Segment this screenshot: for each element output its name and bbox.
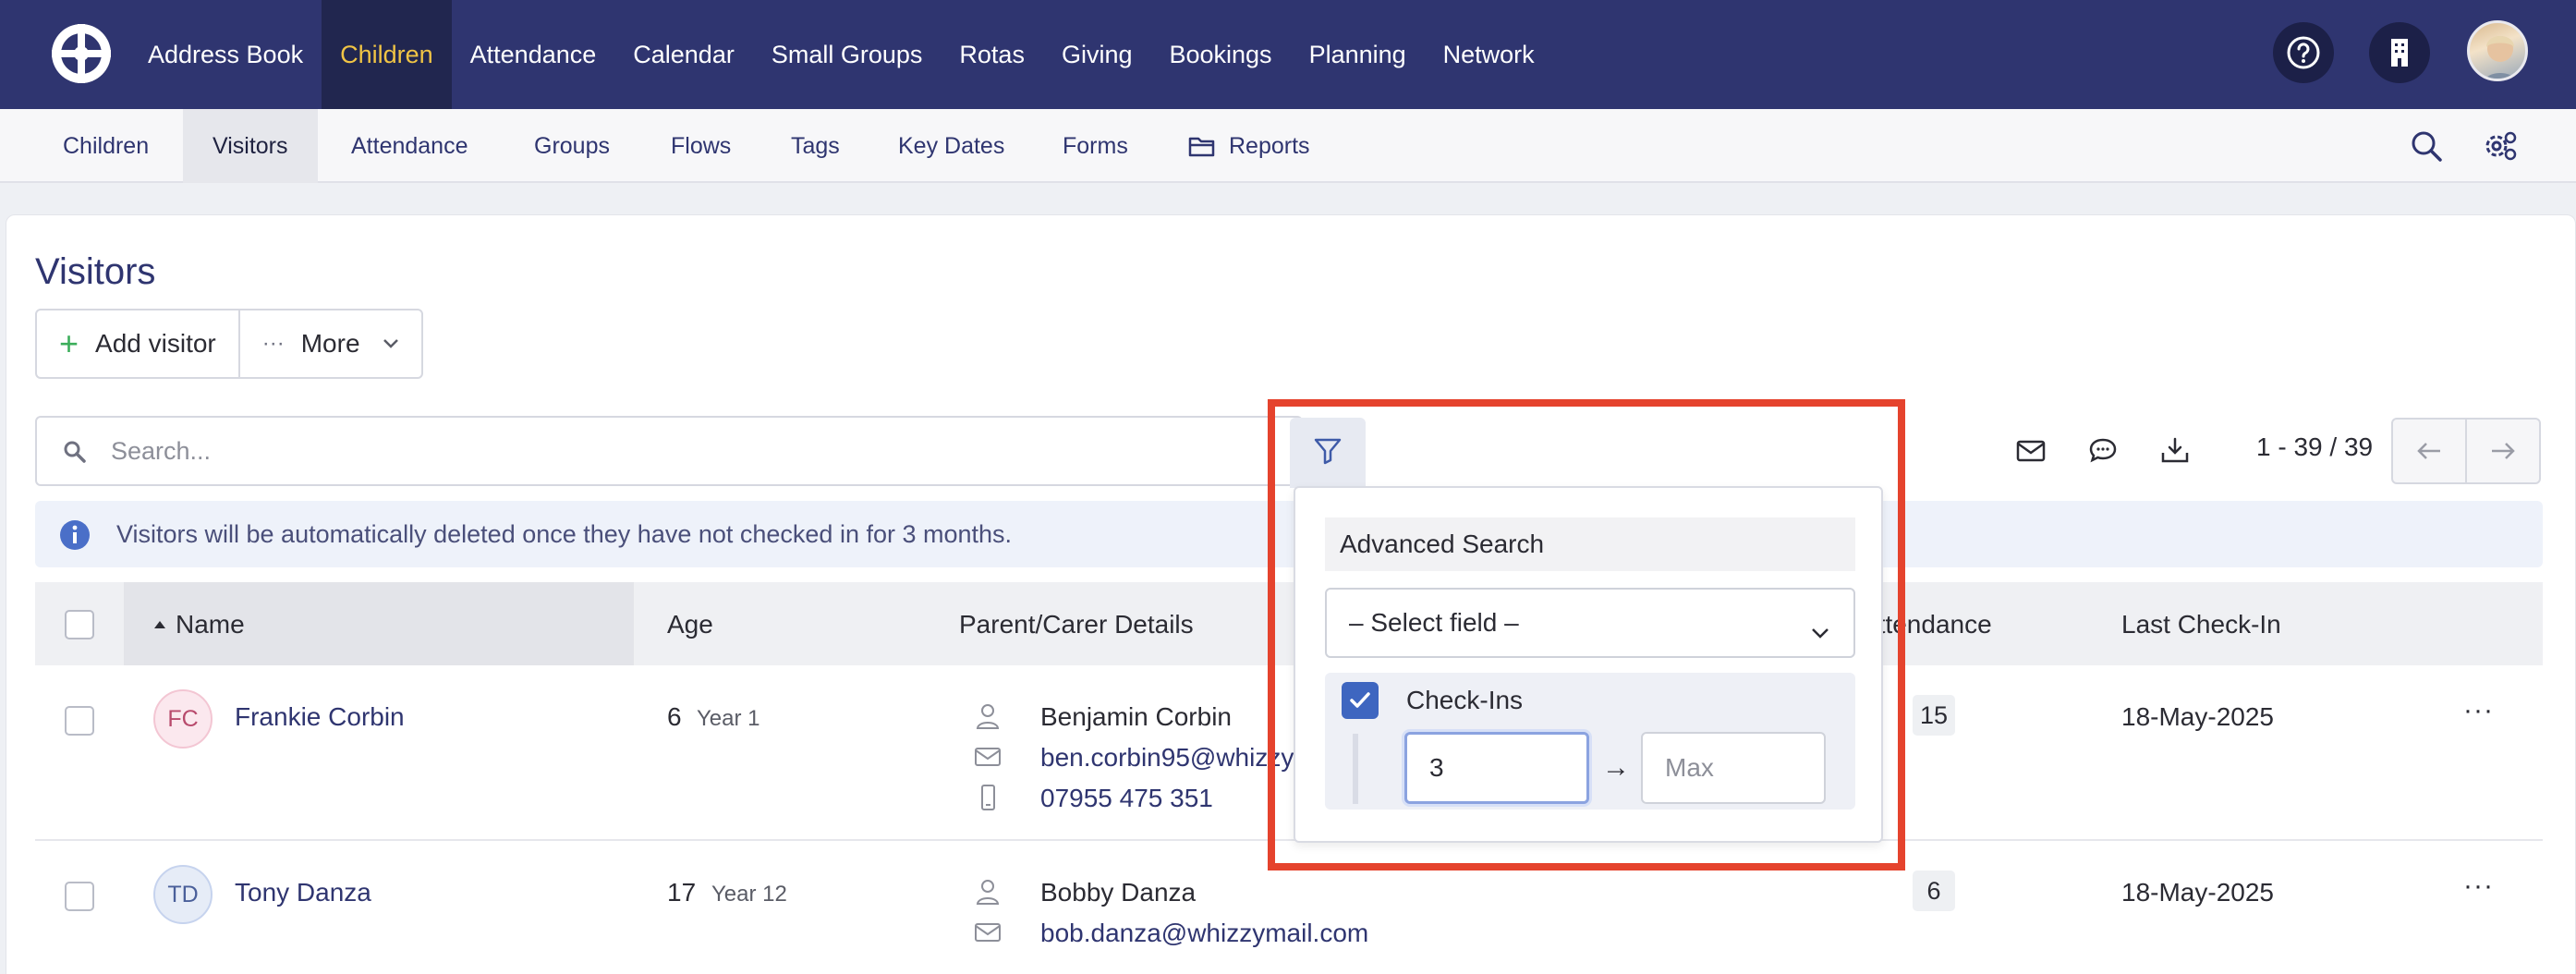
download-icon[interactable] — [2155, 432, 2195, 469]
avatar: FC — [153, 689, 213, 749]
tab-reports[interactable]: Reports — [1159, 109, 1340, 183]
plus-icon: + — [59, 324, 79, 362]
user-avatar[interactable] — [2467, 20, 2528, 81]
last-checkin-date: 18-May-2025 — [2121, 878, 2274, 907]
nav-giving[interactable]: Giving — [1043, 0, 1151, 109]
name-header-label: Name — [176, 610, 245, 639]
nav-network[interactable]: Network — [1425, 0, 1553, 109]
info-text: Visitors will be automatically deleted o… — [116, 519, 1013, 548]
nav-calendar[interactable]: Calendar — [614, 0, 753, 109]
row-actions-icon[interactable]: ··· — [2463, 871, 2494, 902]
select-all-checkbox[interactable] — [65, 610, 94, 639]
nav-attendance[interactable]: Attendance — [452, 0, 615, 109]
action-button-group: + Add visitor ··· More — [35, 309, 423, 379]
age-header[interactable]: Age — [667, 610, 713, 639]
last-checkin-header[interactable]: Last Check-In — [2121, 610, 2281, 639]
child-name-link[interactable]: Tony Danza — [235, 878, 371, 907]
email-icon[interactable] — [2011, 432, 2051, 469]
tab-flows[interactable]: Flows — [641, 109, 760, 183]
tab-children[interactable]: Children — [33, 109, 178, 183]
add-visitor-label: Add visitor — [95, 329, 216, 358]
row-actions-icon[interactable]: ··· — [2463, 695, 2494, 726]
ellipsis-icon: ··· — [261, 331, 285, 356]
chevron-down-icon — [383, 338, 399, 349]
person-icon — [974, 702, 1002, 730]
parent-name: Benjamin Corbin — [1040, 702, 1232, 731]
search-icon — [63, 440, 87, 469]
age-value: 6 — [667, 702, 682, 731]
parent-phone-link[interactable]: 07955 475 351 — [1040, 784, 1213, 813]
building-icon[interactable] — [2369, 22, 2430, 83]
name-column-header[interactable]: Name — [124, 582, 634, 665]
person-icon — [974, 878, 1002, 906]
tab-groups[interactable]: Groups — [504, 109, 639, 183]
school-year: Year 1 — [697, 706, 760, 731]
help-icon[interactable] — [2273, 22, 2334, 83]
top-navigation: Address Book Children Attendance Calenda… — [0, 0, 2576, 109]
row-checkbox[interactable] — [65, 882, 94, 911]
parent-name: Bobby Danza — [1040, 878, 1197, 907]
highlight-box — [1268, 399, 1905, 871]
tab-key-dates[interactable]: Key Dates — [869, 109, 1034, 183]
parent-header[interactable]: Parent/Carer Details — [959, 610, 1194, 639]
avatar: TD — [153, 865, 213, 924]
nav-bookings[interactable]: Bookings — [1150, 0, 1290, 109]
page-title: Visitors — [35, 251, 156, 292]
attendance-count-badge: 15 — [1913, 695, 1955, 736]
tab-reports-label: Reports — [1229, 132, 1310, 159]
tab-forms[interactable]: Forms — [1033, 109, 1158, 183]
pagination-buttons — [2391, 418, 2541, 484]
school-year: Year 12 — [711, 882, 787, 907]
add-visitor-button[interactable]: + Add visitor — [37, 310, 238, 377]
tab-visitors[interactable]: Visitors — [183, 109, 318, 183]
attendance-count-badge: 6 — [1913, 871, 1955, 911]
row-checkbox[interactable] — [65, 706, 94, 736]
tab-attendance[interactable]: Attendance — [322, 109, 498, 183]
info-icon — [59, 519, 91, 555]
chat-icon[interactable] — [2083, 432, 2123, 469]
folder-icon — [1188, 135, 1216, 157]
age-value: 17 — [667, 878, 697, 907]
email-icon — [974, 919, 1002, 946]
last-checkin-date: 18-May-2025 — [2121, 702, 2274, 731]
search-bar[interactable] — [35, 416, 1303, 486]
email-icon — [974, 743, 1002, 771]
nav-address-book[interactable]: Address Book — [129, 0, 322, 109]
nav-children[interactable]: Children — [322, 0, 452, 109]
search-input[interactable] — [111, 431, 1220, 471]
nav-planning[interactable]: Planning — [1291, 0, 1425, 109]
tab-tags[interactable]: Tags — [761, 109, 869, 183]
nav-rotas[interactable]: Rotas — [941, 0, 1043, 109]
sub-navigation: Children Visitors Attendance Groups Flow… — [0, 109, 2576, 183]
parent-email-link[interactable]: bob.danza@whizzymail.com — [1040, 919, 1368, 948]
logo-icon[interactable] — [48, 20, 115, 87]
pagination-count: 1 - 39 / 39 — [2256, 432, 2374, 461]
search-icon[interactable] — [2408, 128, 2445, 164]
sort-ascending-icon — [153, 617, 166, 634]
phone-icon — [974, 784, 1002, 811]
settings-gear-icon[interactable] — [2482, 128, 2519, 164]
more-label: More — [300, 329, 360, 358]
next-page-button[interactable] — [2465, 420, 2539, 482]
more-button[interactable]: ··· More — [237, 310, 421, 377]
previous-page-button[interactable] — [2393, 420, 2465, 482]
nav-small-groups[interactable]: Small Groups — [753, 0, 942, 109]
child-name-link[interactable]: Frankie Corbin — [235, 702, 405, 732]
